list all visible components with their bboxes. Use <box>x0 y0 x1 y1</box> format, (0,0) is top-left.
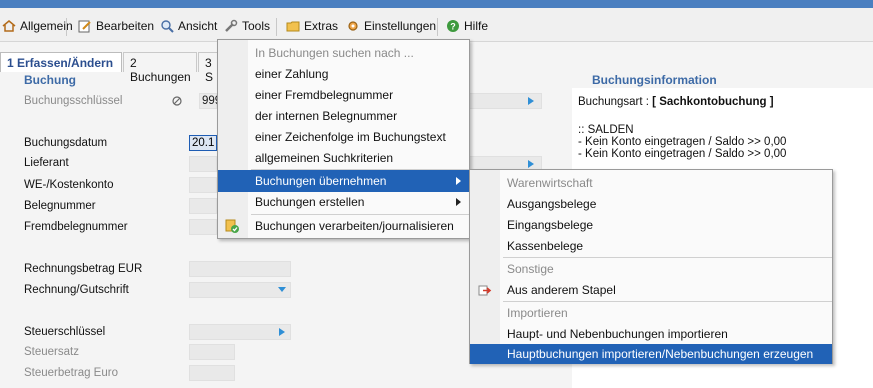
menu-item-erstellen-label: Buchungen erstellen <box>255 195 365 209</box>
submenu-group-importieren: Importieren <box>507 306 568 320</box>
saldo-line-2: - Kein Konto eingetragen / Saldo >> 0,00 <box>578 148 787 160</box>
submenu-arrow-icon <box>456 198 461 206</box>
menu-allgemein-label: Allgemein <box>20 19 73 33</box>
info-title: Buchungsinformation <box>592 73 717 87</box>
menu-einstellungen-label: Einstellungen <box>364 19 437 33</box>
rechnungsbetrag-label: Rechnungsbetrag EUR <box>24 263 143 275</box>
buchungsdatum-label: Buchungsdatum <box>24 137 108 149</box>
menu-item-suchkriterien[interactable]: allgemeinen Suchkriterien <box>218 147 469 169</box>
menu-item-uebernehmen[interactable]: Buchungen übernehmen <box>218 170 469 192</box>
submenu-item-kassenbelege[interactable]: Kassenbelege <box>470 235 832 257</box>
menu-tools-label: Tools <box>242 19 271 33</box>
fremdbelegnummer-field[interactable] <box>189 219 217 235</box>
steuersatz-field <box>189 344 235 360</box>
submenu-item-aus-anderem-stapel-label: Aus anderem Stapel <box>507 283 616 297</box>
menu-item-zahlung[interactable]: einer Zahlung <box>218 63 469 85</box>
edit-icon <box>78 20 91 33</box>
tab-buchungen[interactable]: 2 Buchungen <box>123 52 197 84</box>
menu-ansicht-label: Ansicht <box>178 19 218 33</box>
window-title-bar <box>0 0 873 8</box>
menu-extras[interactable]: Extras <box>286 16 338 36</box>
buchungsart-value: [ Sachkontobuchung ] <box>652 96 774 108</box>
help-icon: ? <box>447 20 459 32</box>
menu-allgemein[interactable]: Allgemein <box>2 16 73 36</box>
buchungsschluessel-field[interactable]: 999 <box>199 93 221 109</box>
steuersatz-label: Steuersatz <box>24 346 79 358</box>
belegnummer-field[interactable] <box>189 198 217 214</box>
context-menu: In Buchungen suchen nach ... einer Zahlu… <box>217 39 470 239</box>
saldo-line-1: - Kein Konto eingetragen / Saldo >> 0,00 <box>578 136 787 148</box>
submenu-arrow-icon <box>456 177 461 185</box>
chevron-right-icon[interactable] <box>527 159 535 169</box>
menu-item-zeichenfolge[interactable]: einer Zeichenfolge im Buchungstext <box>218 126 469 148</box>
submenu-group-sonstige: Sonstige <box>507 262 554 276</box>
buchungsart-label: Buchungsart : <box>578 96 649 108</box>
rechnung-gutschrift-select[interactable] <box>189 282 291 298</box>
import-arrow-icon <box>478 285 492 296</box>
menu-item-uebernehmen-label: Buchungen übernehmen <box>255 174 387 188</box>
menu-bearbeiten-label: Bearbeiten <box>96 19 155 33</box>
menu-item-fremdbelegnummer[interactable]: einer Fremdbelegnummer <box>218 84 469 106</box>
menu-hilfe-label: Hilfe <box>464 19 489 33</box>
menu-bar: Allgemein Bearbeiten Ansicht Tools Extra… <box>0 8 873 42</box>
magnifier-icon <box>161 20 174 33</box>
steuerbetrag-label: Steuerbetrag Euro <box>24 367 118 379</box>
menu-tools[interactable]: Tools <box>224 16 270 36</box>
lieferant-label: Lieferant <box>24 157 69 169</box>
menu-item-belegnummer[interactable]: der internen Belegnummer <box>218 105 469 127</box>
submenu-uebernehmen: Warenwirtschaft Ausgangsbelege Eingangsb… <box>469 169 833 364</box>
menu-divider <box>276 18 277 36</box>
menu-item-verarbeiten-label: Buchungen verarbeiten/journalisieren <box>255 219 454 233</box>
steuerbetrag-field <box>189 365 235 381</box>
menu-item-verarbeiten[interactable]: Buchungen verarbeiten/journalisieren <box>218 215 469 237</box>
submenu-item-haupt-import-erzeugen[interactable]: Hauptbuchungen importieren/Nebenbuchunge… <box>470 344 832 364</box>
menu-header-suchen: In Buchungen suchen nach ... <box>255 46 414 60</box>
buchungsdatum-field[interactable]: 20.1 <box>189 135 217 151</box>
menu-ansicht[interactable]: Ansicht <box>160 16 217 36</box>
lieferant-field[interactable] <box>189 156 217 172</box>
submenu-item-eingangsbelege[interactable]: Eingangsbelege <box>470 214 832 236</box>
tab-third[interactable]: 3 S <box>198 52 218 84</box>
menu-extras-label: Extras <box>304 19 339 33</box>
steuerschluessel-field[interactable] <box>189 324 291 340</box>
we-kostenkonto-field[interactable] <box>189 177 217 193</box>
chevron-right-icon[interactable] <box>527 96 535 106</box>
tools-icon <box>225 19 238 32</box>
folder-icon <box>286 21 300 32</box>
steuerschluessel-label: Steuerschlüssel <box>24 326 106 338</box>
section-title-buchung: Buchung <box>24 73 76 87</box>
journal-icon <box>225 219 239 233</box>
gear-icon <box>348 21 358 31</box>
rechnungsbetrag-field[interactable] <box>189 261 291 277</box>
menu-hilfe[interactable]: ? Hilfe <box>446 16 488 36</box>
buchungsschluessel-label: Buchungsschlüssel <box>24 95 123 107</box>
home-icon <box>2 20 16 32</box>
belegnummer-label: Belegnummer <box>24 200 96 212</box>
menu-divider <box>66 18 67 36</box>
submenu-item-haupt-neben-import[interactable]: Haupt- und Nebenbuchungen importieren <box>470 323 832 345</box>
submenu-group-warenwirtschaft: Warenwirtschaft <box>507 176 593 190</box>
buchungsart-line: Buchungsart : [ Sachkontobuchung ] <box>578 96 774 108</box>
chevron-right-icon[interactable] <box>278 327 286 337</box>
menu-item-erstellen[interactable]: Buchungen erstellen <box>218 191 469 213</box>
svg-text:?: ? <box>450 22 456 32</box>
menu-bearbeiten[interactable]: Bearbeiten <box>78 16 154 36</box>
rechnung-gutschrift-label: Rechnung/Gutschrift <box>24 284 129 296</box>
chevron-down-icon[interactable] <box>277 286 287 294</box>
we-kostenkonto-label: WE-/Kostenkonto <box>24 179 114 191</box>
blocked-icon <box>172 96 182 106</box>
menu-divider <box>437 18 438 36</box>
fremdbelegnummer-label: Fremdbelegnummer <box>24 221 128 233</box>
submenu-item-ausgangsbelege[interactable]: Ausgangsbelege <box>470 193 832 215</box>
submenu-item-aus-anderem-stapel[interactable]: Aus anderem Stapel <box>470 279 832 301</box>
tab-erfassen[interactable]: 1 Erfassen/Ändern <box>0 52 122 72</box>
menu-einstellungen[interactable]: Einstellungen <box>346 16 436 36</box>
salden-heading: :: SALDEN <box>578 124 634 136</box>
